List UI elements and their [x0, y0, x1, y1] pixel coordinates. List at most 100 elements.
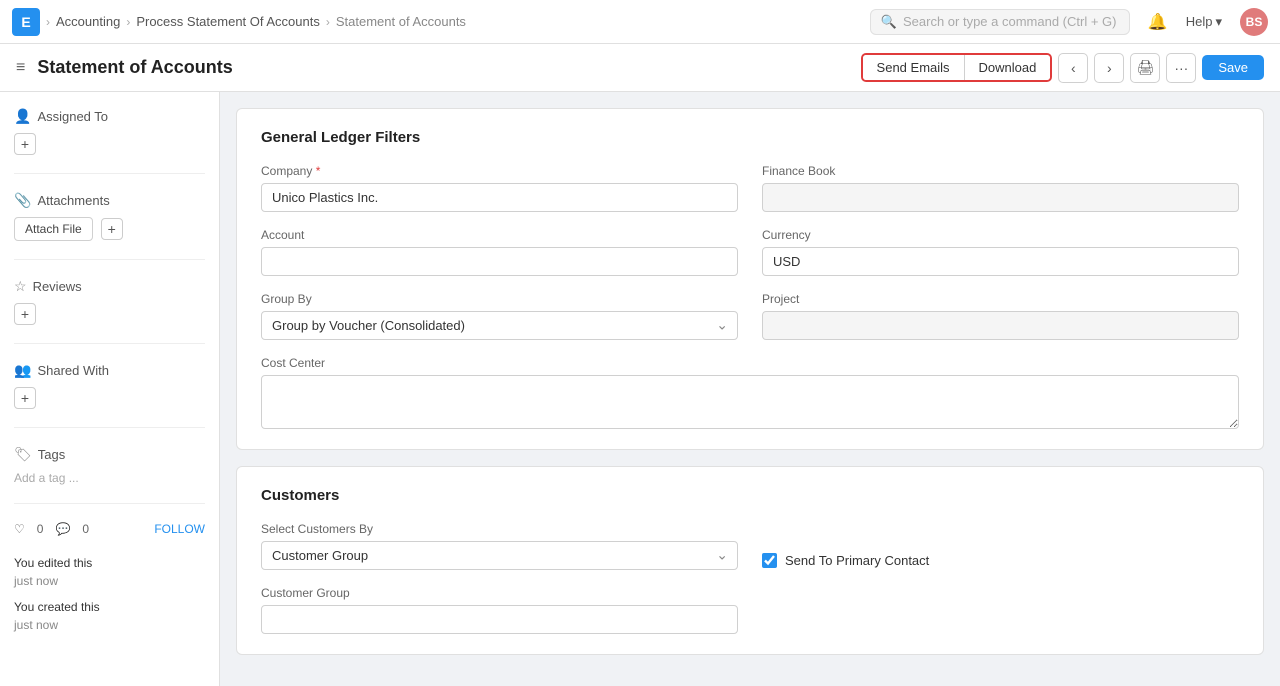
company-field: Company *	[261, 164, 738, 212]
account-field: Account	[261, 228, 738, 276]
comment-icon: 💬	[55, 522, 70, 536]
notification-icon[interactable]: 🔔	[1148, 12, 1168, 32]
save-button[interactable]: Save	[1202, 55, 1264, 80]
assigned-to-label: Assigned To	[37, 109, 108, 124]
heart-icon: ♡	[14, 522, 25, 536]
select-customers-by-field: Select Customers By Customer Group	[261, 522, 738, 570]
reviews-add-button[interactable]: +	[14, 303, 36, 325]
comments-count: 0	[82, 522, 89, 536]
finance-book-input[interactable]	[762, 183, 1239, 212]
add-tag-link[interactable]: Add a tag ...	[14, 471, 205, 485]
gl-filters-title: General Ledger Filters	[261, 129, 1239, 146]
cost-center-input[interactable]	[261, 375, 1239, 429]
group-by-select-wrapper: Group by Voucher (Consolidated)	[261, 311, 738, 340]
customers-card: Customers Select Customers By Customer G…	[236, 466, 1264, 655]
app-logo[interactable]: E	[12, 8, 40, 36]
sidebar: 👤 Assigned To + 📎 Attachments Attach Fil…	[0, 92, 220, 686]
group-by-field: Group By Group by Voucher (Consolidated)	[261, 292, 738, 340]
breadcrumb-accounting[interactable]: Accounting	[56, 14, 120, 29]
next-button[interactable]: ›	[1094, 53, 1124, 83]
cost-center-field: Cost Center	[261, 356, 1239, 429]
top-nav-right: 🔔 Help ▾ BS	[1148, 8, 1268, 36]
project-label: Project	[762, 292, 1239, 306]
tags-section: 🏷 Tags Add a tag ...	[14, 446, 205, 485]
prev-button[interactable]: ‹	[1058, 53, 1088, 83]
divider-5	[14, 503, 205, 504]
divider-2	[14, 259, 205, 260]
select-customers-by-wrapper: Customer Group	[261, 541, 738, 570]
search-placeholder: Search or type a command (Ctrl + G)	[903, 14, 1117, 29]
customer-group-input[interactable]	[261, 605, 738, 634]
follow-button[interactable]: FOLLOW	[154, 522, 205, 536]
company-label: Company *	[261, 164, 738, 178]
activity-section: You edited this just now You created thi…	[14, 554, 205, 634]
customers-form: Select Customers By Customer Group Send …	[261, 522, 1239, 634]
star-icon: ☆	[14, 278, 27, 295]
help-chevron-icon: ▾	[1215, 14, 1222, 30]
highlighted-actions: Send Emails Download	[861, 53, 1053, 82]
currency-label: Currency	[762, 228, 1239, 242]
breadcrumb-sep-3: ›	[326, 15, 330, 29]
currency-field: Currency	[762, 228, 1239, 276]
breadcrumb-current: Statement of Accounts	[336, 14, 466, 29]
assigned-to-add-button[interactable]: +	[14, 133, 36, 155]
customer-group-field: Customer Group	[261, 586, 738, 634]
account-input[interactable]	[261, 247, 738, 276]
activity-item-1: You edited this just now	[14, 554, 205, 590]
page-title: Statement of Accounts	[37, 57, 232, 78]
more-button[interactable]: ···	[1166, 53, 1196, 83]
search-icon: 🔍	[881, 14, 897, 30]
group-by-select[interactable]: Group by Voucher (Consolidated)	[261, 311, 738, 340]
attach-add-button[interactable]: +	[101, 218, 123, 240]
print-button[interactable]: 🖨	[1130, 53, 1160, 83]
attach-file-button[interactable]: Attach File	[14, 217, 93, 241]
main-content: General Ledger Filters Company * Finance…	[220, 92, 1280, 686]
shared-with-add-button[interactable]: +	[14, 387, 36, 409]
attachments-section: 📎 Attachments Attach File +	[14, 192, 205, 241]
company-required-star: *	[316, 164, 321, 178]
avatar[interactable]: BS	[1240, 8, 1268, 36]
download-button[interactable]: Download	[965, 55, 1051, 80]
attachments-label: Attachments	[37, 193, 109, 208]
gl-filters-card: General Ledger Filters Company * Finance…	[236, 108, 1264, 450]
send-emails-button[interactable]: Send Emails	[863, 55, 965, 80]
hamburger-icon[interactable]: ≡	[16, 59, 25, 77]
currency-input[interactable]	[762, 247, 1239, 276]
select-customers-by-select[interactable]: Customer Group	[261, 541, 738, 570]
header-actions: Send Emails Download ‹ › 🖨 ··· Save	[861, 53, 1264, 83]
reviews-section: ☆ Reviews +	[14, 278, 205, 325]
group-by-label: Group By	[261, 292, 738, 306]
finance-book-label: Finance Book	[762, 164, 1239, 178]
account-label: Account	[261, 228, 738, 242]
share-icon: 👥	[14, 362, 31, 379]
help-label: Help	[1186, 14, 1213, 29]
breadcrumb-sep-1: ›	[46, 15, 50, 29]
paperclip-icon: 📎	[14, 192, 31, 209]
top-nav: E › Accounting › Process Statement Of Ac…	[0, 0, 1280, 44]
tags-header: 🏷 Tags	[14, 446, 205, 463]
layout: 👤 Assigned To + 📎 Attachments Attach Fil…	[0, 92, 1280, 686]
customers-title: Customers	[261, 487, 1239, 504]
attach-row: Attach File +	[14, 217, 205, 241]
assigned-to-section: 👤 Assigned To +	[14, 108, 205, 155]
divider-4	[14, 427, 205, 428]
activity-item-2: You created this just now	[14, 598, 205, 634]
breadcrumb-process[interactable]: Process Statement Of Accounts	[136, 14, 320, 29]
gl-filters-form: Company * Finance Book Account Currency	[261, 164, 1239, 429]
attachments-header: 📎 Attachments	[14, 192, 205, 209]
likes-count: 0	[37, 522, 44, 536]
user-icon: 👤	[14, 108, 31, 125]
tags-label: Tags	[38, 447, 65, 462]
company-input[interactable]	[261, 183, 738, 212]
project-input[interactable]	[762, 311, 1239, 340]
shared-with-label: Shared With	[37, 363, 109, 378]
search-bar[interactable]: 🔍 Search or type a command (Ctrl + G)	[870, 9, 1130, 35]
main-header: ≡ Statement of Accounts Send Emails Down…	[0, 44, 1280, 92]
select-customers-by-label: Select Customers By	[261, 522, 738, 536]
help-button[interactable]: Help ▾	[1178, 10, 1230, 34]
assigned-to-header: 👤 Assigned To	[14, 108, 205, 125]
shared-with-section: 👥 Shared With +	[14, 362, 205, 409]
send-to-primary-checkbox[interactable]	[762, 553, 777, 568]
shared-with-header: 👥 Shared With	[14, 362, 205, 379]
customer-group-label: Customer Group	[261, 586, 738, 600]
